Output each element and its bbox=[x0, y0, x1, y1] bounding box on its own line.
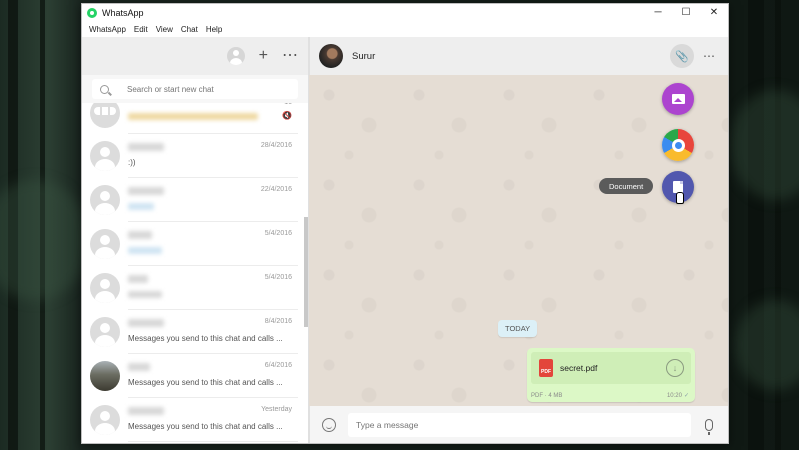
whatsapp-logo-icon bbox=[87, 7, 97, 18]
message-time: 10:20 ✓ bbox=[667, 392, 689, 399]
menu-help[interactable]: Help bbox=[202, 25, 226, 34]
contact-avatar bbox=[90, 273, 120, 303]
file-name: secret.pdf bbox=[560, 363, 598, 373]
chat-date: 5/4/2016 bbox=[264, 274, 292, 281]
chat-name-redacted bbox=[128, 363, 150, 371]
search-bar bbox=[82, 75, 308, 103]
microphone-icon[interactable] bbox=[705, 418, 713, 435]
chat-date: 8/4/2016 bbox=[264, 318, 292, 325]
chat-date: 6/4/2016 bbox=[264, 362, 292, 369]
chat-list-item[interactable]: 5/4/2016 bbox=[82, 222, 304, 266]
chat-preview: :)) bbox=[128, 158, 136, 167]
contact-avatar[interactable] bbox=[319, 44, 343, 68]
chat-name-redacted bbox=[128, 275, 148, 283]
chat-list-item[interactable]: 8/4/2016 Messages you send to this chat … bbox=[82, 310, 304, 354]
chat-date: Yesterday bbox=[261, 406, 292, 413]
attach-icon[interactable]: 📎 bbox=[670, 44, 694, 68]
muted-icon: 🔇 bbox=[282, 111, 292, 120]
chat-preview: Messages you send to this chat and calls… bbox=[128, 422, 283, 431]
file-meta: PDF · 4 MB bbox=[531, 393, 563, 399]
title-bar: WhatsApp ─ ☐ ✕ bbox=[82, 4, 728, 21]
chat-date: 28/4/2016 bbox=[260, 142, 292, 149]
hand-cursor-icon bbox=[676, 192, 684, 204]
whatsapp-window: WhatsApp ─ ☐ ✕ WhatsApp Edit View Chat H… bbox=[81, 3, 729, 444]
chat-list-item[interactable]: 6/4/2016 Messages you send to this chat … bbox=[82, 354, 304, 398]
compose-bar bbox=[309, 406, 728, 443]
chat-list-item[interactable]: 28/4/2016 :)) bbox=[82, 134, 304, 178]
menu-chat[interactable]: Chat bbox=[177, 25, 202, 34]
chat-list-item[interactable]: 22/4/2016 bbox=[82, 178, 304, 222]
maximize-button[interactable]: ☐ bbox=[672, 4, 700, 21]
outgoing-file-message: PDF secret.pdf ↓ PDF · 4 MB 10:20 ✓ bbox=[527, 348, 695, 402]
file-card[interactable]: PDF secret.pdf ↓ bbox=[531, 352, 691, 384]
emoji-icon[interactable] bbox=[322, 417, 336, 432]
chat-name-redacted bbox=[128, 319, 164, 327]
message-time-text: 10:20 bbox=[666, 393, 682, 399]
date-badge: TODAY bbox=[498, 320, 538, 337]
chat-list-scrollbar[interactable] bbox=[304, 217, 308, 327]
contact-avatar bbox=[90, 229, 120, 259]
sent-tick-icon: ✓ bbox=[683, 393, 689, 399]
message-input[interactable] bbox=[348, 412, 691, 437]
conversation-pane: Surur 📎 ⋯ Document TODAY PDF secret.pdf bbox=[309, 37, 728, 443]
document-tooltip: Document bbox=[599, 178, 654, 194]
chat-preview-redacted bbox=[128, 291, 162, 298]
contact-avatar bbox=[90, 141, 120, 171]
chat-preview: Messages you send to this chat and calls… bbox=[128, 378, 283, 387]
photo-icon bbox=[671, 94, 685, 104]
camera-icon bbox=[671, 138, 685, 152]
chat-list-pane: + ⋯ 16 🔇 28/4/2016 bbox=[82, 37, 309, 443]
chat-name-redacted bbox=[128, 143, 164, 151]
chat-name-redacted bbox=[128, 231, 152, 239]
attach-camera-button[interactable] bbox=[662, 129, 694, 161]
menu-whatsapp[interactable]: WhatsApp bbox=[85, 25, 130, 34]
left-header: + ⋯ bbox=[82, 37, 308, 75]
new-chat-button[interactable]: + bbox=[259, 48, 268, 64]
left-menu-button[interactable]: ⋯ bbox=[282, 48, 298, 64]
chat-preview-redacted bbox=[128, 203, 154, 210]
window-title: WhatsApp bbox=[102, 7, 144, 18]
attach-photos-button[interactable] bbox=[662, 83, 694, 115]
chat-list-item[interactable]: Yesterday Messages you send to this chat… bbox=[82, 398, 304, 442]
chat-date: 22/4/2016 bbox=[260, 186, 292, 193]
search-icon bbox=[100, 84, 109, 94]
search-box[interactable] bbox=[92, 79, 298, 99]
group-avatar bbox=[90, 103, 120, 128]
chat-preview-redacted bbox=[128, 113, 258, 120]
close-button[interactable]: ✕ bbox=[700, 4, 728, 21]
menu-edit[interactable]: Edit bbox=[130, 25, 152, 34]
chat-list-item[interactable]: 5/4/2016 bbox=[82, 266, 304, 310]
contact-avatar bbox=[90, 405, 120, 435]
chat-name-redacted bbox=[128, 407, 164, 415]
contact-avatar bbox=[90, 185, 120, 215]
pdf-file-icon: PDF bbox=[539, 359, 553, 377]
contact-name[interactable]: Surur bbox=[352, 51, 375, 62]
chat-preview-redacted bbox=[128, 247, 162, 254]
chat-list: 16 🔇 28/4/2016 :)) 22/4/2016 bbox=[82, 103, 304, 443]
download-icon[interactable]: ↓ bbox=[666, 359, 684, 377]
conversation-menu-button[interactable]: ⋯ bbox=[694, 49, 724, 63]
chat-list-item[interactable]: 16 🔇 bbox=[82, 103, 304, 134]
contact-avatar bbox=[90, 317, 120, 347]
minimize-button[interactable]: ─ bbox=[644, 4, 672, 21]
my-profile-avatar[interactable] bbox=[226, 47, 245, 65]
contact-avatar bbox=[90, 361, 120, 391]
chat-name-redacted bbox=[128, 187, 164, 195]
conversation-header: Surur 📎 ⋯ bbox=[309, 37, 728, 75]
chat-date: 5/4/2016 bbox=[264, 230, 292, 237]
search-input[interactable] bbox=[127, 84, 277, 94]
menu-view[interactable]: View bbox=[152, 25, 177, 34]
menu-bar: WhatsApp Edit View Chat Help bbox=[82, 21, 728, 37]
chat-date: 16 bbox=[284, 103, 292, 106]
conversation-body: Document TODAY PDF secret.pdf ↓ PDF · 4 … bbox=[309, 75, 728, 406]
chat-preview: Messages you send to this chat and calls… bbox=[128, 334, 283, 343]
